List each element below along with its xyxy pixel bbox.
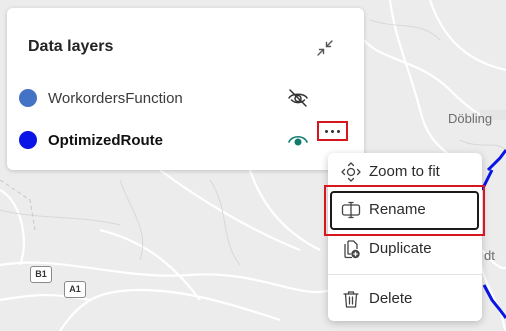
layer-row-optimizedroute[interactable]: OptimizedRoute [7, 125, 364, 155]
visibility-toggle-button[interactable] [286, 86, 310, 110]
dot [337, 129, 340, 133]
menu-item-label: Duplicate [369, 240, 432, 257]
map-place-label: Döbling [448, 111, 493, 126]
layer-context-menu: Zoom to fit Rename Duplicate Delete [328, 153, 482, 321]
road-shield-b1: B1 [30, 266, 52, 283]
rename-highlight-box [324, 185, 485, 236]
menu-item-label: Zoom to fit [369, 163, 440, 180]
menu-item-delete[interactable]: Delete [330, 281, 480, 317]
data-layers-panel: Data layers WorkordersFunction Optimized… [7, 8, 364, 170]
visibility-toggle-button[interactable] [286, 128, 310, 152]
delete-icon [341, 289, 361, 309]
menu-item-label: Delete [369, 290, 413, 307]
map-place-label-partial: dt [484, 248, 495, 263]
eye-visible-icon [288, 135, 308, 146]
dot [331, 129, 334, 133]
rename-focus-ring [330, 191, 479, 230]
layer-color-dot [19, 89, 37, 107]
dot [325, 129, 328, 133]
menu-item-duplicate[interactable]: Duplicate [330, 231, 480, 267]
collapse-button[interactable] [313, 36, 337, 60]
menu-divider [328, 274, 482, 275]
road-shield-a1: A1 [64, 281, 86, 298]
layer-name: WorkordersFunction [48, 90, 183, 107]
duplicate-icon [341, 239, 361, 259]
zoom-to-fit-icon [341, 162, 361, 182]
eye-hidden-icon [288, 89, 308, 107]
panel-title: Data layers [28, 38, 114, 55]
layer-color-dot [19, 131, 37, 149]
layer-name: OptimizedRoute [48, 132, 163, 149]
more-options-button[interactable] [317, 121, 348, 141]
collapse-icon [317, 40, 333, 56]
layer-row-workorders[interactable]: WorkordersFunction [7, 83, 364, 113]
